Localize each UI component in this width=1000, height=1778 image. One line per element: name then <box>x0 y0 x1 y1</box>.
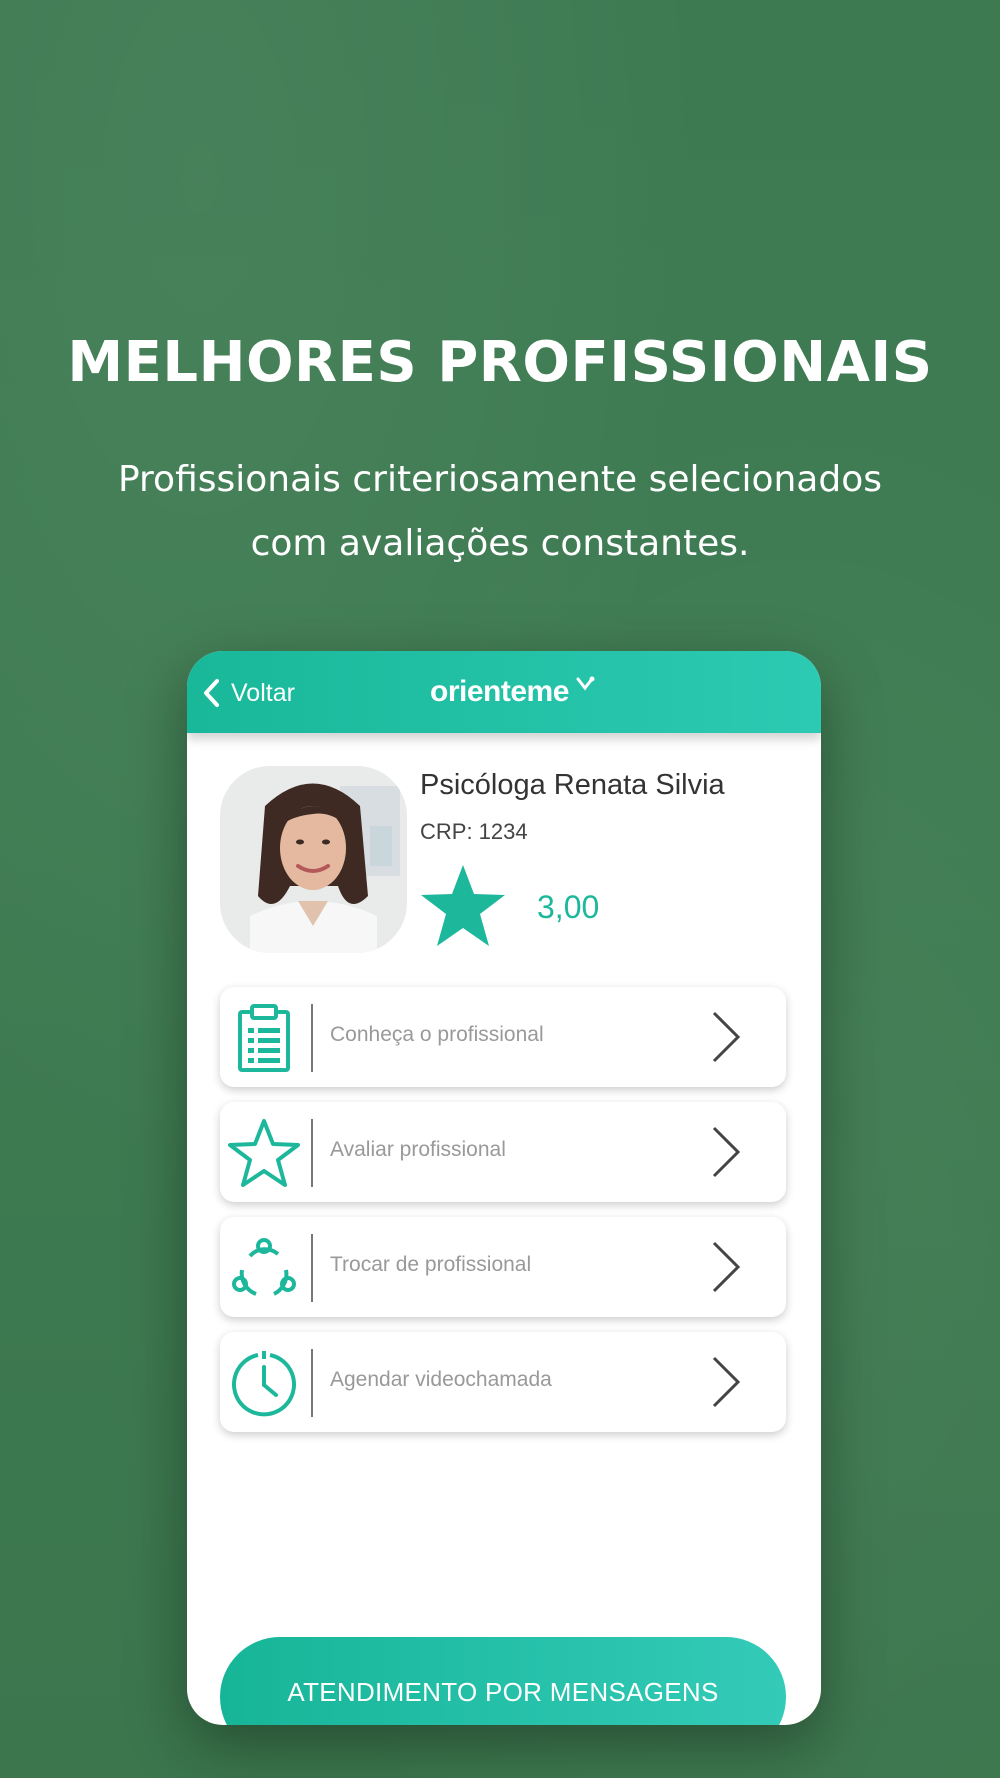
brand-sparkle-icon <box>576 676 595 691</box>
cta-label: ATENDIMENTO POR MENSAGENS <box>287 1677 719 1707</box>
menu-item-label: Trocar de profissional <box>330 1253 532 1276</box>
promo-subline-line-1: Profissionais criteriosamente selecionad… <box>117 459 883 500</box>
promo-subline-line-2: com avaliações constantes. <box>250 523 750 564</box>
menu-item-rate-professional[interactable]: Avaliar profissional <box>220 1102 786 1202</box>
back-label: Voltar <box>231 678 295 707</box>
rating-value: 3,00 <box>537 889 600 925</box>
chevron-right-icon <box>712 1241 741 1293</box>
menu-divider <box>311 1349 313 1417</box>
menu-item-label: Agendar videochamada <box>330 1368 552 1391</box>
menu-item-schedule-video-call[interactable]: Agendar videochamada <box>220 1332 786 1432</box>
brand-logo: orienteme <box>430 675 569 708</box>
professional-avatar <box>220 766 407 953</box>
menu-divider <box>311 1119 313 1187</box>
menu-item-change-professional[interactable]: Trocar de profissional <box>220 1217 786 1317</box>
chevron-right-icon <box>712 1356 741 1408</box>
menu-item-label: Conheça o profissional <box>330 1023 544 1046</box>
menu-divider <box>311 1004 313 1072</box>
chevron-right-icon <box>712 1011 741 1063</box>
promo-headline: MELHORES PROFISSIONAIS <box>67 330 933 395</box>
back-button[interactable]: Voltar <box>201 673 295 713</box>
menu-item-know-professional[interactable]: Conheça o profissional <box>220 987 786 1087</box>
star-icon <box>421 865 505 946</box>
menu-divider <box>311 1234 313 1302</box>
menu-item-label: Avaliar profissional <box>330 1138 506 1161</box>
star-outline-icon <box>228 1119 300 1187</box>
app-header: Voltar orienteme <box>187 651 821 733</box>
clipboard-list-icon <box>238 1004 290 1072</box>
professional-name: Psicóloga Renata Silvia <box>420 769 725 801</box>
swap-cycle-icon <box>232 1238 296 1296</box>
message-service-button[interactable]: ATENDIMENTO POR MENSAGENS <box>220 1637 786 1725</box>
professional-crp: CRP: 1234 <box>420 819 528 844</box>
chevron-right-icon <box>712 1126 741 1178</box>
chevron-left-icon <box>204 679 219 707</box>
clock-icon <box>232 1351 296 1417</box>
phone-mockup: Voltar orienteme Psicóloga Renata Silvia… <box>187 651 821 1725</box>
promo-subline: Profissionais criteriosamente selecionad… <box>100 448 900 576</box>
